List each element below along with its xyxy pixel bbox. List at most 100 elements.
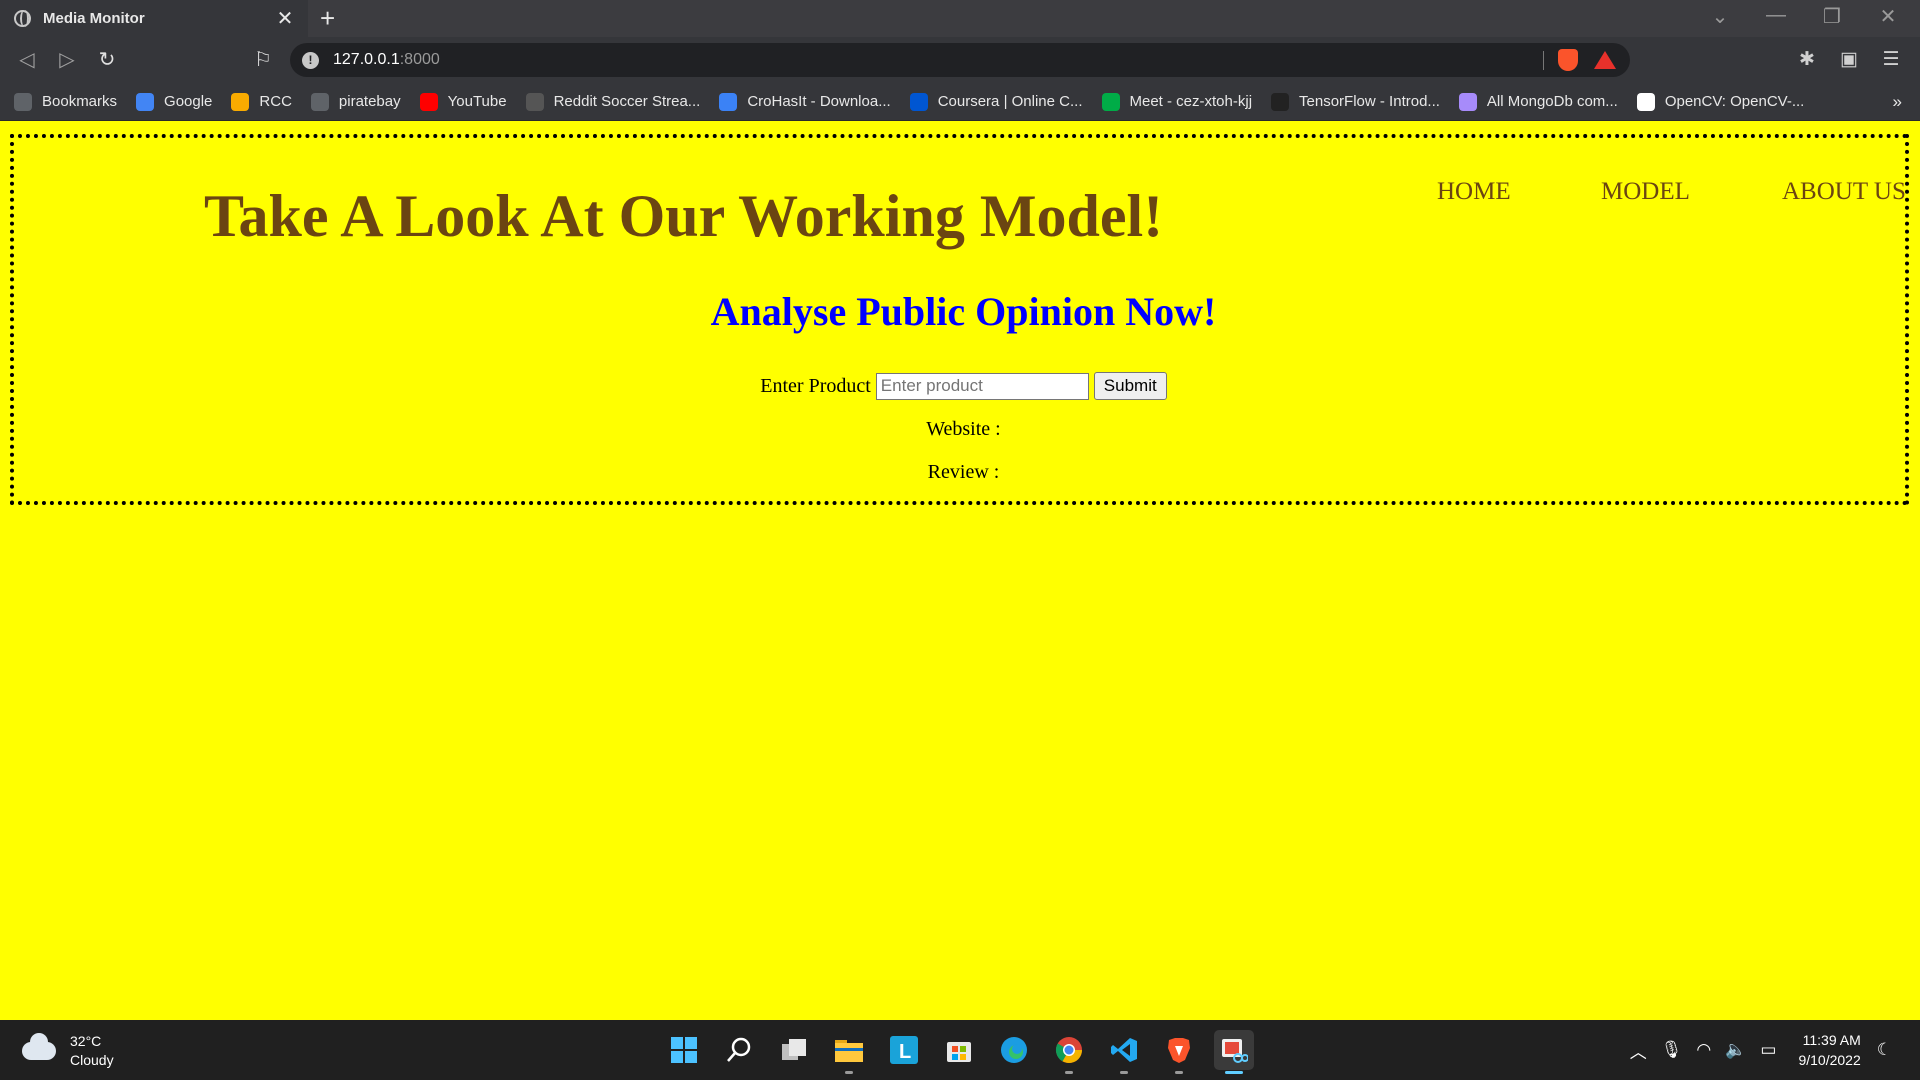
avatar-icon	[1458, 92, 1477, 111]
bookmark-label: RCC	[259, 93, 292, 110]
wallet-icon[interactable]: ▣	[1834, 45, 1864, 75]
tab-title: Media Monitor	[43, 10, 145, 27]
bookmark-label: OpenCV: OpenCV-...	[1664, 93, 1805, 110]
volume-icon[interactable]: 🔈	[1725, 1040, 1746, 1060]
l-app-icon: L	[890, 1036, 918, 1064]
omnibox-divider	[1543, 51, 1544, 70]
folder-icon	[14, 92, 32, 111]
wifi-icon[interactable]: ◠	[1696, 1040, 1711, 1060]
bookmark-label: Reddit Soccer Strea...	[553, 93, 701, 110]
start-button[interactable]	[664, 1030, 704, 1070]
temperature: 32°C	[70, 1033, 102, 1049]
content-box: Take A Look At Our Working Model! HOME M…	[10, 134, 1909, 505]
globe-icon	[14, 10, 31, 27]
battery-icon[interactable]: ▭	[1760, 1040, 1776, 1060]
brave-button[interactable]	[1159, 1030, 1199, 1074]
restore-icon[interactable]: ❐	[1812, 4, 1852, 29]
nav-about-link[interactable]: ABOUT US	[1782, 178, 1906, 206]
store-button[interactable]	[939, 1030, 979, 1070]
extensions-icon[interactable]: ✱	[1792, 45, 1822, 75]
bookmark-item[interactable]: All MongoDb com...	[1458, 92, 1618, 111]
bookmark-item[interactable]: YouTube	[419, 92, 507, 111]
menu-icon[interactable]: ☰	[1876, 45, 1906, 75]
focus-assist-icon[interactable]: ☾	[1877, 1040, 1892, 1060]
microphone-icon[interactable]: 🎙	[1661, 1040, 1683, 1060]
page-content: Take A Look At Our Working Model! HOME M…	[0, 122, 1920, 1020]
meet-icon	[1101, 92, 1120, 111]
bookmark-label: YouTube	[447, 93, 507, 110]
search-icon	[727, 1037, 751, 1062]
bookmark-label: Coursera | Online C...	[937, 93, 1083, 110]
bookmark-label: Bookmarks	[42, 93, 118, 110]
product-label: Enter Product	[760, 374, 871, 397]
bookmark-label: Meet - cez-xtoh-kjj	[1129, 93, 1253, 110]
tab-bar: Media Monitor ✕ + ⌄ — ❐ ✕	[0, 0, 1920, 37]
brave-rewards-icon[interactable]	[1594, 51, 1616, 69]
url-input[interactable]: ! 127.0.0.1:8000	[290, 43, 1630, 77]
brave-shield-icon[interactable]	[1558, 49, 1578, 71]
bookmark-item[interactable]: Coursera | Online C...	[909, 92, 1083, 111]
tab-search-icon[interactable]: ⌄	[1700, 4, 1740, 29]
product-input[interactable]	[875, 372, 1089, 400]
brave-icon	[1168, 1038, 1190, 1063]
search-button[interactable]	[719, 1030, 759, 1070]
bookmarks-overflow-icon[interactable]: »	[1893, 92, 1902, 112]
weather-widget[interactable]: 32°C Cloudy	[22, 1032, 114, 1070]
forward-icon[interactable]: ▷	[52, 45, 82, 75]
bookmark-item[interactable]: Bookmarks	[14, 92, 118, 111]
reload-icon[interactable]: ↻	[92, 45, 122, 75]
clock[interactable]: 11:39 AM 9/10/2022	[1798, 1030, 1860, 1070]
task-view-button[interactable]	[774, 1030, 814, 1070]
show-hidden-icons[interactable]: ︿	[1630, 1038, 1647, 1063]
tensorflow-icon	[1271, 92, 1290, 111]
clock-time: 11:39 AM	[1802, 1032, 1861, 1048]
bookmark-item[interactable]: Meet - cez-xtoh-kjj	[1101, 92, 1253, 111]
bookmark-icon[interactable]: ⚐	[248, 45, 278, 75]
running-indicator	[1065, 1071, 1073, 1074]
running-indicator	[1175, 1071, 1183, 1074]
close-window-icon[interactable]: ✕	[1868, 4, 1908, 29]
chrome-button[interactable]	[1049, 1030, 1089, 1074]
edge-icon	[1001, 1037, 1027, 1063]
store-icon	[947, 1042, 971, 1062]
edge-button[interactable]	[994, 1030, 1034, 1070]
taskbar-apps: L	[664, 1030, 1269, 1074]
bookmark-item[interactable]: Google	[136, 92, 213, 111]
youtube-icon	[419, 92, 438, 111]
back-icon[interactable]: ◁	[12, 45, 42, 75]
nav-model-link[interactable]: MODEL	[1601, 178, 1690, 206]
bookmark-label: piratebay	[338, 93, 401, 110]
bookmark-item[interactable]: CroHasIt - Downloa...	[719, 92, 891, 111]
cloud-icon	[22, 1033, 56, 1060]
bookmark-item[interactable]: TensorFlow - Introd...	[1271, 92, 1440, 111]
running-indicator	[845, 1071, 853, 1074]
taskbar: 32°C Cloudy L ︿ 🎙 ◠ 🔈 ▭ 11:39 AM 9/10/20…	[0, 1020, 1920, 1080]
vscode-button[interactable]	[1104, 1030, 1144, 1074]
bookmark-item[interactable]: piratebay	[310, 92, 401, 111]
browser-tab[interactable]: Media Monitor ✕	[0, 0, 308, 37]
url-host: 127.0.0.1	[333, 51, 400, 68]
close-tab-icon[interactable]: ✕	[276, 6, 294, 31]
bookmark-label: CroHasIt - Downloa...	[747, 93, 891, 110]
snipping-tool-button[interactable]	[1214, 1030, 1254, 1074]
submit-button[interactable]: Submit	[1093, 372, 1167, 400]
bookmark-item[interactable]: OpenCV: OpenCV-...	[1636, 92, 1805, 111]
monitor-icon	[310, 92, 329, 111]
sub-title: Analyse Public Opinion Now!	[710, 289, 1217, 334]
nav-home-link[interactable]: HOME	[1437, 178, 1511, 206]
bookmark-item[interactable]: Reddit Soccer Strea...	[525, 92, 701, 111]
bookmark-label: Google	[164, 93, 213, 110]
l-app-button[interactable]: L	[884, 1030, 924, 1070]
file-explorer-button[interactable]	[829, 1030, 869, 1074]
active-indicator	[1225, 1071, 1243, 1074]
new-tab-button[interactable]: +	[320, 4, 335, 32]
bookmark-item[interactable]: RCC	[231, 92, 292, 111]
weather-condition: Cloudy	[70, 1052, 114, 1068]
clock-date: 9/10/2022	[1798, 1052, 1861, 1068]
product-form: Enter Product Submit	[14, 372, 1913, 400]
task-view-icon	[782, 1039, 806, 1060]
info-icon[interactable]: !	[302, 51, 319, 69]
minimize-icon[interactable]: —	[1756, 4, 1796, 27]
vscode-icon	[1111, 1038, 1137, 1062]
folder-icon	[835, 1040, 863, 1062]
